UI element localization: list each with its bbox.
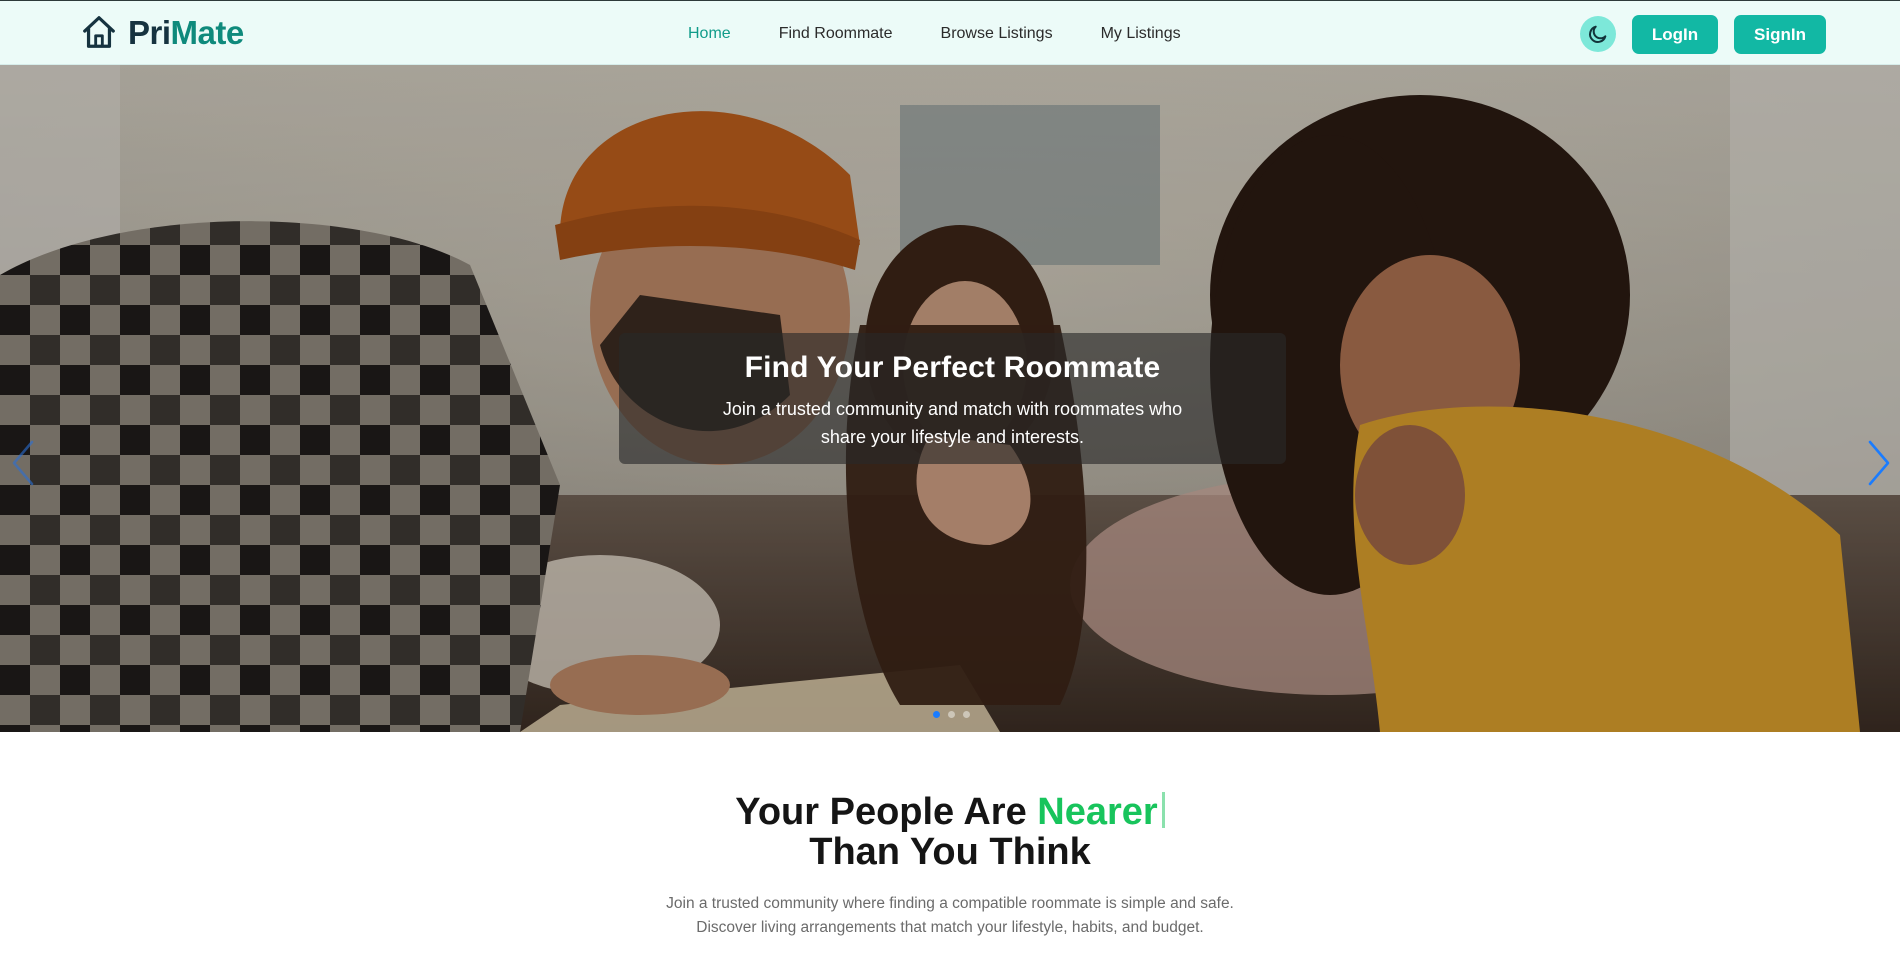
theme-toggle-button[interactable] [1580, 16, 1616, 52]
intro-heading-part1: Your People Are [735, 791, 1038, 833]
chevron-right-icon[interactable] [1864, 438, 1894, 488]
main-nav: Home Find Roommate Browse Listings My Li… [688, 1, 1229, 66]
login-button[interactable]: LogIn [1632, 15, 1718, 54]
intro-heading-line2: Than You Think [809, 831, 1091, 873]
intro-section: Your People Are Nearer Than You Think Jo… [0, 732, 1900, 953]
chevron-left-icon[interactable] [8, 438, 38, 488]
intro-heading-line1: Your People Are Nearer [0, 792, 1900, 832]
hero-caption: Find Your Perfect Roommate Join a truste… [619, 333, 1286, 464]
brand-logo[interactable]: PriMate [80, 13, 244, 51]
carousel-dots [933, 711, 970, 718]
hero-carousel: Find Your Perfect Roommate Join a truste… [0, 65, 1900, 732]
moon-icon [1589, 25, 1607, 43]
intro-description: Join a trusted community where finding a… [666, 895, 1234, 936]
hero-subtitle: Join a trusted community and match with … [722, 399, 1183, 447]
brand-name-part1: Pri [128, 13, 171, 51]
brand-name: PriMate [128, 16, 244, 49]
signin-button[interactable]: SignIn [1734, 15, 1826, 54]
hero-title: Find Your Perfect Roommate [744, 351, 1161, 384]
nav-link-home[interactable]: Home [688, 25, 731, 43]
intro-heading-highlight: Nearer [1037, 791, 1158, 833]
typing-cursor [1161, 792, 1165, 828]
carousel-dot-2[interactable] [948, 711, 955, 718]
brand-name-part2: Mate [170, 13, 245, 51]
nav-link-find-roommate[interactable]: Find Roommate [779, 25, 893, 43]
nav-link-browse-listings[interactable]: Browse Listings [941, 25, 1053, 43]
carousel-dot-3[interactable] [963, 711, 970, 718]
intro-heading: Your People Are Nearer Than You Think [0, 792, 1900, 872]
navbar: PriMate Home Find Roommate Browse Listin… [0, 0, 1900, 65]
house-icon [83, 16, 115, 48]
nav-link-my-listings[interactable]: My Listings [1101, 25, 1181, 43]
carousel-dot-1[interactable] [933, 711, 940, 718]
